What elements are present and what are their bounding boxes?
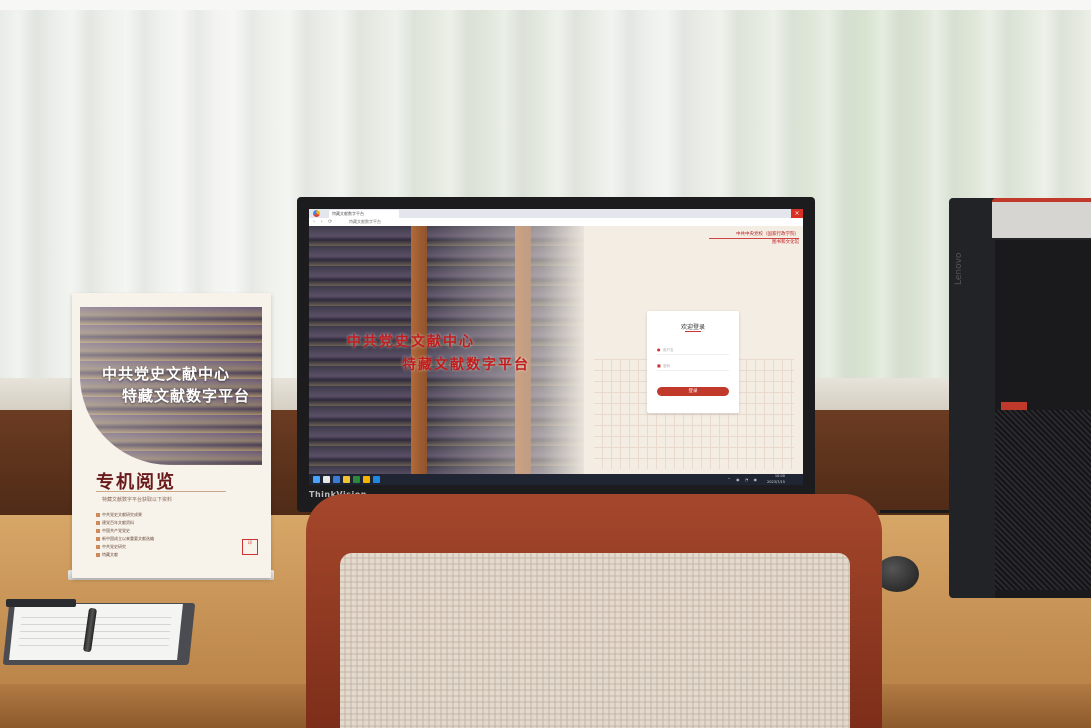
hero-title-line2: 特藏文献数字平台 <box>402 357 530 373</box>
list-item: 建党百年文献资料 <box>96 519 246 527</box>
pc-tower-brand: Lenovo <box>954 252 964 285</box>
browser-tab[interactable]: 特藏文献数字平台 <box>329 210 399 218</box>
taskbar-clock[interactable]: 10:00 2023/7/15 <box>767 474 785 485</box>
login-title-underline <box>685 331 701 332</box>
curtain-rail <box>0 0 1091 10</box>
hero-title-line1: 中共党史文献中心 <box>347 334 475 350</box>
app-icon[interactable] <box>363 476 370 483</box>
edge-icon[interactable] <box>373 476 380 483</box>
sign-subtitle: 特藏文献数字平台获取以下资料 <box>102 497 173 503</box>
login-button[interactable]: 登录 <box>657 387 729 396</box>
monitor: 特藏文献数字平台 × ‹ › ⟳ 特藏文献数字平台 中共党史文献中心 特藏文献数… <box>297 197 815 512</box>
start-icon[interactable] <box>313 476 320 483</box>
browser-logo-icon <box>313 210 320 217</box>
login-title: 欢迎登录 <box>680 324 705 331</box>
clipboard-clip <box>6 599 76 607</box>
lock-icon: ■ <box>657 363 661 368</box>
pc-tower-vent <box>995 410 1091 590</box>
standing-sign: 中共党史文献中心 特藏文献数字平台 专机阅览 特藏文献数字平台获取以下资料 中共… <box>72 293 271 578</box>
username-field[interactable]: ● 用户名 <box>657 345 729 355</box>
monitor-screen: 特藏文献数字平台 × ‹ › ⟳ 特藏文献数字平台 中共党史文献中心 特藏文献数… <box>309 209 803 485</box>
password-field[interactable]: ■ 密码 <box>657 361 729 371</box>
task-view-icon[interactable] <box>333 476 340 483</box>
list-item: 新中国成立以来重要文献选编 <box>96 535 246 543</box>
sign-title-line1: 中共党史文献中心 <box>102 365 231 383</box>
seal-stamp-icon: 印 <box>242 539 258 555</box>
list-item: 中共党史研究 <box>96 543 246 551</box>
pc-tower-top <box>992 198 1091 238</box>
close-icon[interactable]: × <box>791 209 803 218</box>
chair-mesh-texture <box>340 553 850 728</box>
taskbar: ⌃ ◉ ◔ ◉ 10:00 2023/7/15 <box>309 474 803 485</box>
list-item: 特藏文献 <box>96 551 246 559</box>
search-icon[interactable] <box>323 476 330 483</box>
browser-icon[interactable] <box>353 476 360 483</box>
pc-tower-badge <box>1001 402 1027 410</box>
sign-divider <box>96 491 226 492</box>
sign-title-line2: 特藏文献数字平台 <box>122 387 251 405</box>
user-icon: ● <box>657 347 661 352</box>
system-tray-icons[interactable]: ⌃ ◉ ◔ ◉ <box>727 474 759 485</box>
list-item: 中国共产党党史 <box>96 527 246 535</box>
sign-list: 中共党史文献研究成果 建党百年文献资料 中国共产党党史 新中国成立以来重要文献选… <box>96 511 246 559</box>
list-item: 中共党史文献研究成果 <box>96 511 246 519</box>
address-text: 特藏文献数字平台 <box>349 219 381 224</box>
nav-arrows-icon[interactable]: ‹ › ⟳ <box>313 218 334 226</box>
photo-scene: 特藏文献数字平台 × ‹ › ⟳ 特藏文献数字平台 中共党史文献中心 特藏文献数… <box>0 0 1091 728</box>
site-logo: 中共中央党校（国家行政学院） 图书和文化馆 <box>709 231 799 253</box>
folder-icon[interactable] <box>343 476 350 483</box>
browser-tab-bar: 特藏文献数字平台 × <box>309 209 803 218</box>
mouse-cable <box>880 510 960 513</box>
login-card: 欢迎登录 ● 用户名 ■ 密码 登录 <box>647 311 739 413</box>
